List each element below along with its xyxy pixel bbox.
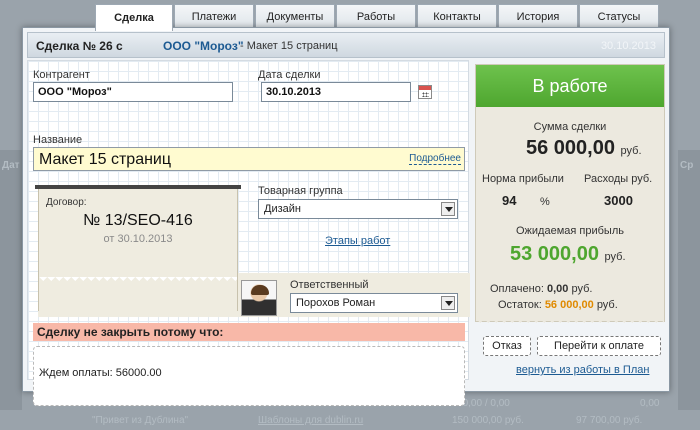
deal-header: Сделка № 26 с ООО "Мороз" - Макет 15 стр… [27, 32, 665, 58]
background-left-strip [0, 150, 22, 410]
close-warning: Сделку не закрыть потому что: [33, 323, 465, 341]
tab-works[interactable]: Работы [336, 4, 416, 28]
work-stages-link[interactable]: Этапы работ [325, 235, 390, 247]
paid-value: 0,00 [546, 283, 569, 295]
counterparty-input[interactable]: ООО "Мороз" [33, 82, 233, 102]
tab-documents[interactable]: Документы [255, 4, 335, 28]
tab-history[interactable]: История [498, 4, 578, 28]
chevron-down-icon[interactable] [441, 296, 455, 310]
profit-norm-value[interactable]: 94 [502, 193, 516, 208]
contract-label: Договор: [46, 197, 87, 208]
responsible-value: Порохов Роман [296, 297, 376, 309]
background-cell: "Привет из Дублина" [92, 415, 189, 426]
background-cell: 150 000,00 руб. [452, 415, 524, 426]
responsible-label: Ответственный [290, 279, 369, 291]
deal-subject: - Макет 15 страниц [240, 40, 338, 52]
name-label: Название [33, 134, 83, 146]
profit-norm-label: Норма прибыли [482, 173, 564, 185]
contract-card-bar [35, 185, 241, 189]
contract-card-zigzag [39, 277, 237, 285]
name-value: Макет 15 страниц [39, 151, 172, 168]
deal-date-input[interactable]: 30.10.2013 [261, 82, 411, 102]
remain-currency: руб. [596, 299, 618, 311]
product-group-select[interactable]: Дизайн [258, 199, 458, 219]
background-cell: 0,00 [640, 398, 660, 409]
deal-form: Контрагент ООО "Мороз" Дата сделки 30.10… [27, 60, 470, 406]
contract-date: от 30.10.2013 [103, 233, 173, 245]
contract-number[interactable]: № 13/SEO-416 [39, 212, 237, 230]
remain-label: Остаток: [498, 299, 542, 311]
more-link[interactable]: Подробнее [409, 153, 461, 165]
tab-statuses[interactable]: Статусы [579, 4, 659, 28]
deal-date-label: Дата сделки [258, 69, 321, 81]
sum-amount: 56 000,00 [526, 137, 615, 159]
remain-row: Остаток: 56 000,00 руб. [498, 299, 618, 311]
tab-deal[interactable]: Сделка [95, 4, 173, 31]
expected-profit-amount: 53 000,00 [510, 243, 599, 265]
background-cell: 97 700,00 руб. [576, 415, 643, 426]
paid-label: Оплачено: [490, 283, 544, 295]
calendar-icon[interactable] [418, 85, 432, 99]
expected-profit-currency: руб. [604, 251, 626, 263]
product-group-value: Дизайн [264, 203, 301, 215]
sum-currency: руб. [620, 145, 642, 157]
deal-header-date: 30.10.2013 [600, 40, 656, 52]
deal-title: Сделка № 26 с [36, 39, 123, 53]
expected-profit-value: 53 000,00 руб. [510, 243, 626, 266]
deal-company-link[interactable]: ООО "Мороз" [163, 39, 244, 53]
expenses-label: Расходы руб. [584, 173, 653, 185]
contract-card: Договор: № 13/SEO-416 от 30.10.2013 [35, 185, 241, 311]
percent-sign: % [540, 196, 550, 208]
warning-details: Ждем оплаты: 56000.00 [33, 346, 465, 406]
payment-waiting-note: Ждем оплаты: 56000.00 [39, 367, 162, 379]
background-right-strip [678, 150, 700, 410]
expected-profit-label: Ожидаемая прибыль [516, 225, 624, 237]
paid-row: Оплачено: 0,00 руб. [490, 283, 592, 295]
go-to-payment-button[interactable]: Перейти к оплате [537, 336, 661, 356]
paid-currency: руб. [571, 283, 593, 295]
status-panel: В работе Сумма сделки 56 000,00 руб. Нор… [475, 64, 665, 327]
background-right-label: Ср [680, 160, 694, 171]
responsible-select[interactable]: Порохов Роман [290, 293, 458, 313]
tab-payments[interactable]: Платежи [174, 4, 254, 28]
product-group-label: Товарная группа [258, 185, 343, 197]
deal-dialog: Сделка № 26 с ООО "Мороз" - Макет 15 стр… [22, 27, 670, 406]
background-left-label: Дат [2, 160, 20, 171]
tab-contacts[interactable]: Контакты [417, 4, 497, 28]
sum-label: Сумма сделки [533, 121, 607, 133]
name-field[interactable]: Макет 15 страниц Подробнее [33, 147, 465, 171]
background-cell: Шаблоны для dublin.ru [258, 415, 364, 426]
background-row: "Привет из Дублина" Шаблоны для dublin.r… [0, 413, 700, 427]
expenses-value[interactable]: 3000 [604, 193, 633, 208]
return-to-plan-link[interactable]: вернуть из работы в План [516, 364, 649, 376]
chevron-down-icon[interactable] [441, 202, 455, 216]
avatar [241, 280, 277, 316]
refuse-button[interactable]: Отказ [483, 336, 531, 356]
sum-value: 56 000,00 руб. [526, 137, 642, 160]
status-panel-zigzag [476, 319, 664, 327]
remain-value: 56 000,00 [544, 299, 594, 311]
counterparty-label: Контрагент [33, 69, 90, 81]
status-button[interactable]: В работе [476, 65, 664, 107]
